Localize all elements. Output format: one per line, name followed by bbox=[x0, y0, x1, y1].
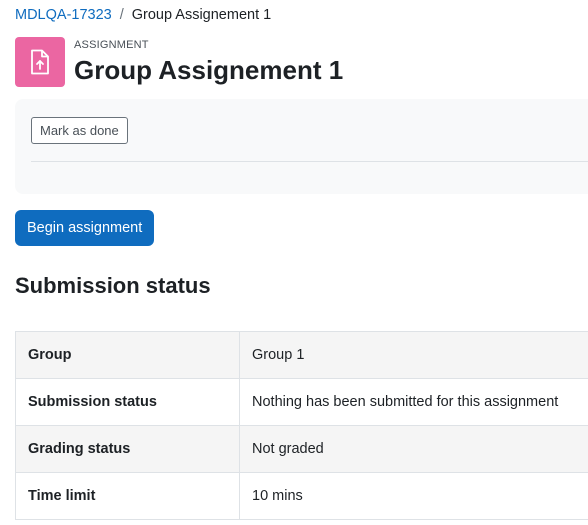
row-value-grading-status: Not graded bbox=[239, 425, 588, 473]
table-row: Grading status Not graded bbox=[15, 425, 588, 473]
table-row: Submission status Nothing has been submi… bbox=[15, 378, 588, 426]
breadcrumb: MDLQA-17323 / Group Assignement 1 bbox=[15, 6, 271, 24]
table-row: Time limit 10 mins bbox=[15, 472, 588, 520]
row-label-submission-status: Submission status bbox=[15, 378, 240, 426]
row-label-time-limit: Time limit bbox=[15, 472, 240, 520]
breadcrumb-separator: / bbox=[119, 7, 124, 23]
table-row: Group Group 1 bbox=[15, 331, 588, 379]
activity-type-label: ASSIGNMENT bbox=[74, 39, 149, 51]
breadcrumb-current: Group Assignement 1 bbox=[131, 7, 272, 23]
row-label-group: Group bbox=[15, 331, 240, 379]
activity-header: ASSIGNMENT Group Assignement 1 bbox=[15, 37, 343, 87]
mark-as-done-button[interactable]: Mark as done bbox=[31, 117, 128, 144]
row-value-submission-status: Nothing has been submitted for this assi… bbox=[239, 378, 588, 426]
row-value-group: Group 1 bbox=[239, 331, 588, 379]
breadcrumb-course-link[interactable]: MDLQA-17323 bbox=[15, 6, 112, 24]
submission-status-table: Group Group 1 Submission status Nothing … bbox=[15, 331, 588, 520]
completion-panel: Mark as done bbox=[15, 99, 588, 194]
begin-assignment-button[interactable]: Begin assignment bbox=[15, 210, 155, 246]
row-label-grading-status: Grading status bbox=[15, 425, 240, 473]
page-title: Group Assignement 1 bbox=[74, 55, 344, 85]
completion-divider bbox=[31, 161, 588, 162]
row-value-time-limit: 10 mins bbox=[239, 472, 588, 520]
submission-status-heading: Submission status bbox=[15, 273, 211, 298]
assignment-icon bbox=[15, 37, 65, 87]
activity-meta: ASSIGNMENT Group Assignement 1 bbox=[74, 37, 343, 86]
